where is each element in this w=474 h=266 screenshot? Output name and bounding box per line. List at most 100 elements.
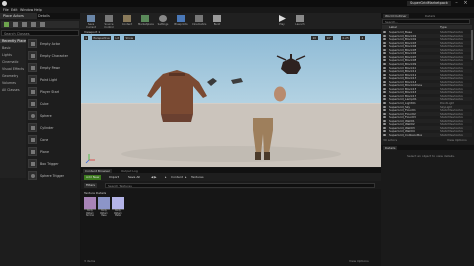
outliner-scrollbar[interactable] [471,30,473,60]
column-label[interactable]: Label [389,25,397,29]
place-item[interactable]: Cylinder [28,122,79,133]
minimize-icon[interactable]: – [452,0,461,6]
toolbar-label: Launch [295,23,305,26]
tab-content-browser[interactable]: Content Browser [83,168,113,173]
place-item[interactable]: Empty Character [28,50,79,61]
cone-icon [28,135,37,144]
toolbar-label: Build [213,23,221,26]
place-item[interactable]: Point Light [28,74,79,85]
content-button[interactable]: Content [120,14,134,28]
play-button[interactable]: Play [275,14,289,28]
box-trigger-icon [28,159,37,168]
close-icon[interactable]: × [461,0,470,6]
place-item-label: Point Light [40,77,58,82]
category-recently-placed[interactable]: Recently Placed [0,39,26,43]
tab-output-log[interactable]: Output Log [121,169,138,173]
plane-icon [28,147,37,156]
category-lights[interactable]: Lights [2,53,12,57]
place-mode-icon[interactable] [4,22,9,27]
left-panel-tabs: Place Actors Details [0,13,80,19]
outliner-header: Label Type [382,25,472,29]
category-basic[interactable]: Basic [2,46,11,50]
marketplace-button[interactable]: Marketplace [138,14,154,28]
asset-tile[interactable]: Body Pattern Normal [84,197,96,217]
place-item-label: Empty Actor [40,41,61,46]
blueprint-icon [177,15,185,22]
content-browser-filterbar: Filters Search Textures [81,181,381,189]
outliner-tabs: World Outliner Details [381,13,474,18]
menu-edit[interactable]: Edit [11,8,18,12]
launch-button[interactable]: Launch [293,14,307,28]
asset-tile[interactable]: Body Pattern Base [98,197,110,217]
level-viewport[interactable]: ▾ Perspective Lit Show 10 10° 0.25 4 [81,34,381,167]
content-browser-toolbar: Add New Import Save All ◀ ▶ ▸ Content ▸ … [81,173,381,181]
asset-section-header: Texture Details [84,191,107,195]
outliner-view-options[interactable]: View Options [447,138,467,142]
category-visual-effects[interactable]: Visual Effects [2,67,24,71]
geometry-mode-icon[interactable] [40,22,45,27]
asset-grid: Texture Details Body Pattern Normal Body… [81,189,381,266]
settings-button[interactable]: Settings [156,14,170,28]
asset-name: Body Pattern Base [100,209,108,218]
source-control-button[interactable]: Source Control [102,14,116,29]
content-icon [123,15,131,22]
asset-name: Body Pattern Metal [114,209,122,218]
folder-icon: ▸ [165,175,167,179]
place-item-label: Player Start [40,89,60,94]
outliner-search-input[interactable]: Search... [382,19,470,24]
category-geometry[interactable]: Geometry [2,74,18,78]
save-button[interactable]: Save Current [84,14,98,29]
breadcrumb-textures[interactable]: Textures [191,175,204,179]
cinematics-button[interactable]: Cinematics [192,14,206,28]
place-item[interactable]: Sphere Trigger [28,170,79,181]
menu-file[interactable]: File [3,8,9,12]
class-search-input[interactable]: Search Classes [1,30,79,36]
category-cinematic[interactable]: Cinematic [2,60,19,64]
tab-details[interactable]: Details [35,13,60,19]
build-button[interactable]: Build [210,14,224,28]
cb-view-options[interactable]: View Options [349,259,369,263]
tab-details-right[interactable]: Details [425,14,435,18]
tab-world-outliner[interactable]: World Outliner [383,13,409,18]
sphere-icon [28,111,37,120]
world-outliner: World Outliner Details Search... Label T… [381,13,474,144]
tab-place-actors[interactable]: Place Actors [0,13,37,19]
import-button[interactable]: Import [107,175,121,180]
breadcrumb-content[interactable]: Content [171,175,183,179]
add-new-button[interactable]: Add New [84,174,102,180]
asset-search-input[interactable]: Search Textures [105,182,375,188]
toolbar-label: Play [279,23,285,26]
viewport-tab[interactable]: Viewport 1 [84,30,100,34]
place-item-label: Box Trigger [40,161,59,166]
asset-tile[interactable]: Body Pattern Metal [112,197,124,217]
save-all-button[interactable]: Save All [126,175,142,180]
landscape-mode-icon[interactable] [22,22,27,27]
place-item[interactable]: Box Trigger [28,158,79,169]
right-panel: World Outliner Details Search... Label T… [381,13,474,266]
menu-help[interactable]: Help [34,8,42,12]
search-placeholder: Search Classes [4,31,30,36]
place-item-label: Cone [40,137,49,142]
blueprints-button[interactable]: Blueprints [174,14,188,28]
visibility-eye-icon[interactable] [383,133,386,136]
place-item-label: Sphere Trigger [40,173,65,178]
column-type[interactable]: Type [440,25,447,29]
back-arrow-icon[interactable]: ◀ ▶ [151,175,157,179]
place-item-label: Empty Pawn [40,65,61,70]
paint-mode-icon[interactable] [13,22,18,27]
category-all-classes[interactable]: All Classes [2,88,20,92]
place-item[interactable]: Player Start [28,86,79,97]
place-item[interactable]: Cube [28,98,79,109]
place-item[interactable]: Plane [28,146,79,157]
place-item[interactable]: Sphere [28,110,79,121]
place-item-label: Empty Character [40,53,68,58]
place-item-label: Cube [40,101,49,106]
place-item[interactable]: Empty Actor [28,38,79,49]
category-volumes[interactable]: Volumes [2,81,16,85]
place-item[interactable]: Empty Pawn [28,62,79,73]
tab-details-panel[interactable]: Details [383,145,398,150]
filters-button[interactable]: Filters [84,182,97,188]
place-item[interactable]: Cone [28,134,79,145]
foliage-mode-icon[interactable] [31,22,36,27]
menu-window[interactable]: Window [20,8,33,12]
